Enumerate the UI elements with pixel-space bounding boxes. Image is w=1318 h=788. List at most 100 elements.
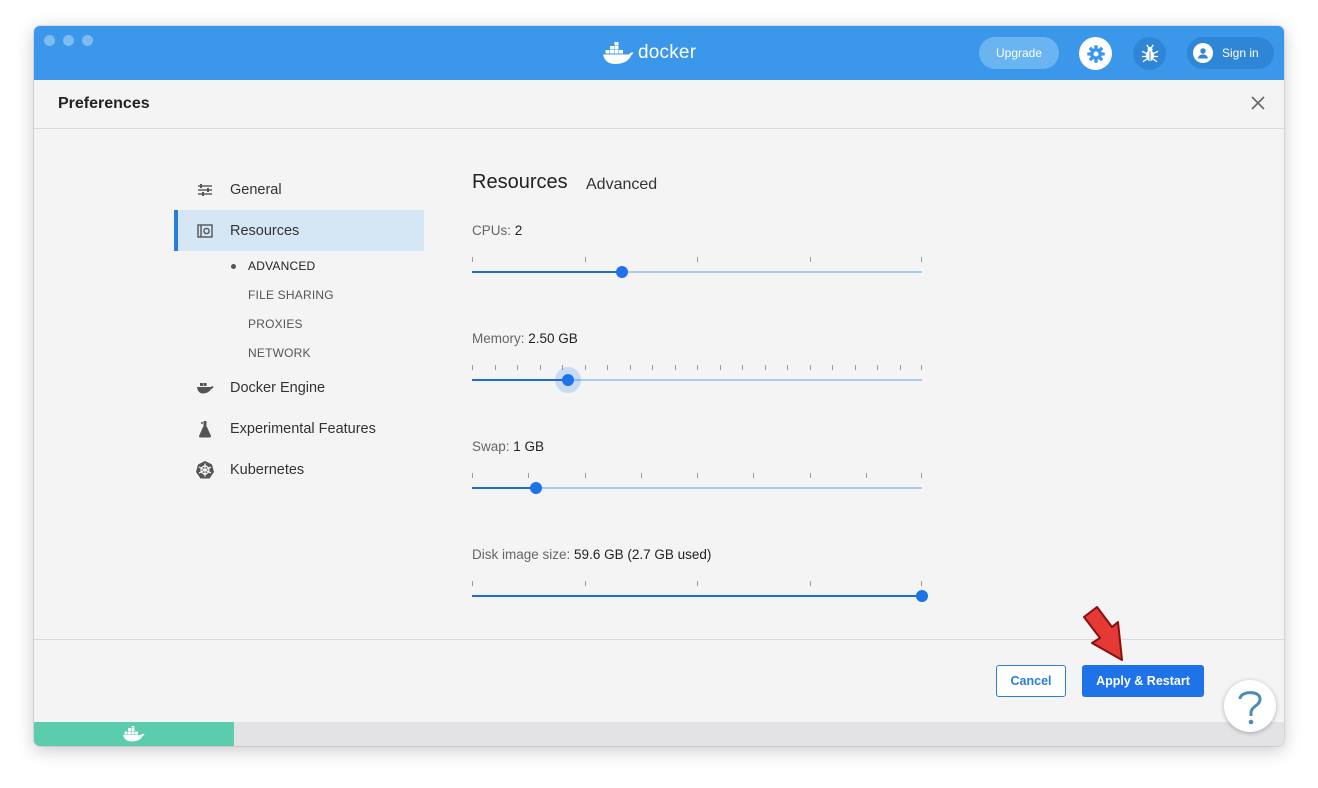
slider-tick — [584, 257, 586, 262]
swap-label: Swap: 1 GB — [472, 439, 544, 454]
window-zoom-dot[interactable] — [82, 35, 93, 46]
sidebar-item-label: Docker Engine — [230, 380, 326, 396]
swap-label-text: Swap: — [472, 439, 510, 454]
memory-label: Memory: 2.50 GB — [472, 331, 578, 346]
slider-tick — [472, 365, 473, 370]
memory-label-text: Memory: — [472, 331, 525, 346]
disk-image-size-label: Disk image size: 59.6 GB (2.7 GB used) — [472, 547, 711, 562]
kubernetes-icon — [194, 459, 216, 481]
sidebar-item-label: Kubernetes — [230, 462, 305, 478]
docker-status-indicator[interactable] — [34, 722, 234, 746]
close-icon — [1251, 96, 1265, 110]
upgrade-button[interactable]: Upgrade — [979, 37, 1059, 69]
sidebar-item-kubernetes[interactable]: Kubernetes — [174, 449, 424, 490]
slider-tick — [674, 365, 676, 370]
slider-tick — [787, 365, 788, 370]
slider-tick — [697, 257, 698, 262]
help-question-icon — [1238, 691, 1262, 725]
cpus-slider[interactable] — [472, 257, 922, 287]
page-title: Preferences — [58, 95, 150, 112]
sign-in-label: Sign in — [1222, 46, 1259, 60]
slider-tick — [494, 365, 496, 370]
sidebar-item-label: Experimental Features — [230, 421, 376, 437]
sidebar-item-general[interactable]: General — [174, 169, 424, 210]
slider-thumb[interactable] — [916, 590, 928, 602]
subitem-proxies[interactable]: PROXIES — [248, 317, 303, 331]
flask-icon — [194, 418, 216, 440]
gear-icon — [1086, 44, 1105, 63]
slider-tick — [629, 365, 631, 370]
red-arrow-icon — [1083, 606, 1123, 661]
memory-slider[interactable] — [472, 365, 922, 395]
slider-tick — [764, 365, 766, 370]
slider-tick — [809, 257, 811, 262]
whale-status-icon — [123, 726, 145, 742]
resources-icon — [194, 220, 216, 242]
slider-tick — [472, 581, 473, 586]
slider-tick — [584, 581, 586, 586]
section-tab-advanced: Advanced — [586, 176, 658, 193]
slider-tick — [809, 581, 811, 586]
slider-tick — [742, 365, 743, 370]
slider-tick — [854, 365, 856, 370]
slider-tick — [921, 473, 922, 478]
section-title: Resources — [472, 171, 568, 193]
settings-button[interactable] — [1079, 37, 1112, 70]
slider-tick — [697, 473, 698, 478]
window-minimize-dot[interactable] — [63, 35, 74, 46]
sidebar-item-experimental-features[interactable]: Experimental Features — [174, 408, 424, 449]
cpus-label: CPUs: 2 — [472, 223, 522, 238]
status-bar — [34, 722, 1284, 746]
slider-thumb[interactable] — [615, 266, 628, 278]
slider-fill — [472, 487, 537, 489]
slider-tick — [921, 581, 922, 586]
slider-tick — [921, 257, 922, 262]
slider-tick — [697, 581, 698, 586]
slider-tick — [753, 473, 755, 478]
slider-tick — [809, 365, 811, 370]
window-close-dot[interactable] — [44, 35, 55, 46]
preferences-header: Preferences — [34, 80, 1284, 129]
slider-fill — [472, 271, 622, 273]
active-subitem-dot — [231, 264, 236, 269]
app-name: docker — [638, 42, 697, 63]
sidebar-item-label: Resources — [230, 223, 300, 239]
cpus-value: 2 — [514, 223, 523, 238]
slider-tick — [719, 365, 721, 370]
slider-tick — [472, 257, 473, 262]
slider-fill — [472, 595, 922, 597]
slider-tick — [697, 365, 698, 370]
slider-fill — [472, 379, 568, 381]
cancel-button[interactable]: Cancel — [996, 665, 1066, 697]
disk-image-size-slider[interactable] — [472, 581, 928, 611]
troubleshoot-button[interactable] — [1133, 37, 1166, 70]
sidebar-item-label: General — [230, 182, 282, 198]
slider-tick — [584, 365, 586, 370]
title-bar: docker Upgrade Sign in — [34, 26, 1284, 80]
slider-thumb[interactable] — [530, 482, 543, 494]
memory-value: 2.50 GB — [528, 331, 578, 346]
slider-thumb[interactable] — [561, 374, 574, 386]
swap-slider[interactable] — [472, 473, 922, 503]
sidebar-item-docker-engine[interactable]: Docker Engine — [174, 367, 424, 408]
subitem-file-sharing[interactable]: FILE SHARING — [248, 288, 334, 302]
slider-tick — [921, 365, 922, 370]
swap-value: 1 GB — [513, 439, 545, 454]
slider-tick — [528, 473, 530, 478]
slider-tick — [832, 365, 833, 370]
docker-logo: docker — [602, 40, 696, 66]
user-icon — [1193, 43, 1213, 63]
apply-restart-button[interactable]: Apply & Restart — [1082, 665, 1204, 697]
docker-whale-icon — [603, 42, 634, 64]
close-button[interactable] — [1249, 94, 1267, 112]
slider-tick — [607, 365, 608, 370]
sign-in-button[interactable]: Sign in — [1187, 37, 1274, 69]
slider-tick — [517, 365, 518, 370]
arrow-shape — [1083, 606, 1123, 661]
sidebar-item-resources[interactable]: Resources — [174, 210, 424, 251]
subitem-advanced[interactable]: ADVANCED — [248, 259, 315, 273]
sliders-icon — [194, 179, 216, 201]
whale-icon — [194, 377, 216, 399]
slider-tick — [865, 473, 867, 478]
subitem-network[interactable]: NETWORK — [248, 346, 311, 360]
